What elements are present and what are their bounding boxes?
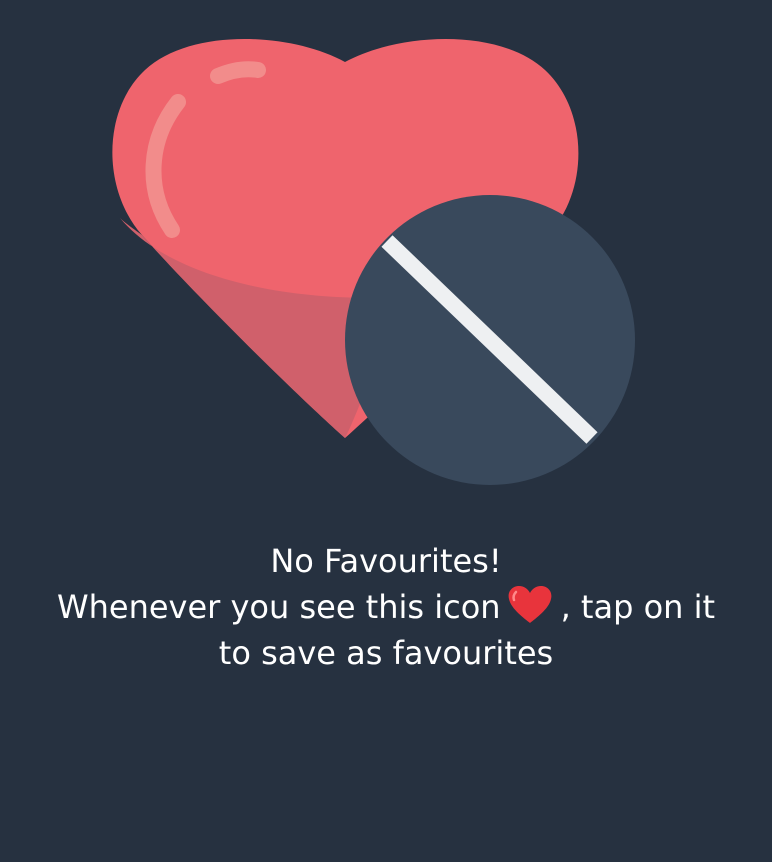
heart-with-prohibited-icon: [112, 38, 635, 485]
empty-favourites-state: No Favourites! Whenever you see this ico…: [0, 0, 772, 862]
prohibited-icon: [345, 195, 635, 485]
empty-state-hint: Whenever you see this icon , tap on it to…: [0, 584, 772, 676]
hint-text-part1: Whenever you see this icon: [56, 588, 501, 626]
empty-state-title: No Favourites!: [270, 542, 502, 580]
hint-text-part2: , tap on it: [560, 588, 716, 626]
hint-line-1: Whenever you see this icon , tap on it: [0, 584, 772, 630]
empty-state-message: No Favourites! Whenever you see this ico…: [0, 538, 772, 676]
hint-line-2: to save as favourites: [218, 634, 554, 672]
heart-icon: [508, 586, 551, 623]
